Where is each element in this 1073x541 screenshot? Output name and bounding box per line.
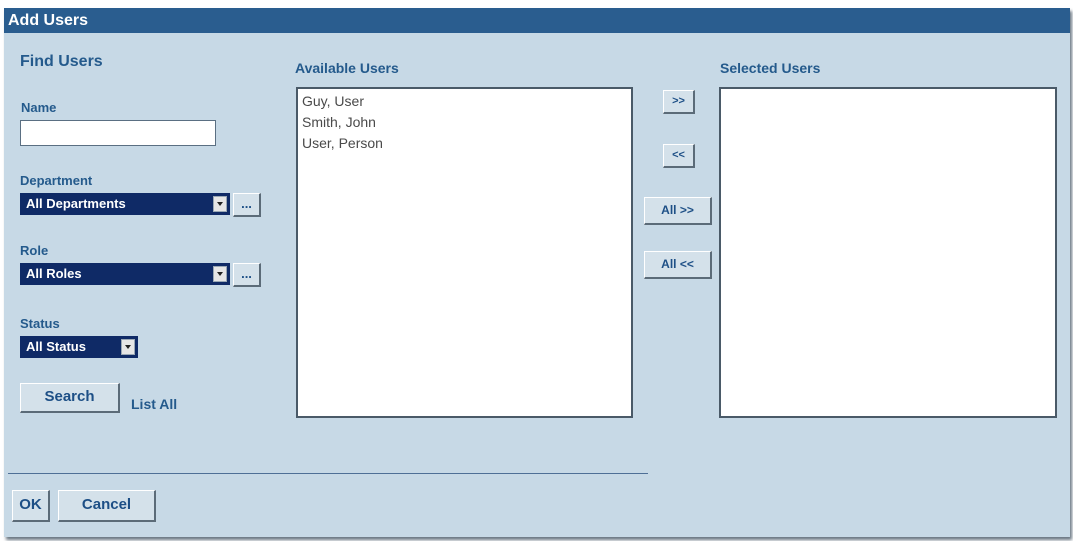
selected-users-heading: Selected Users (720, 60, 821, 76)
list-item[interactable]: Guy, User (302, 91, 627, 112)
selected-users-list[interactable] (719, 87, 1057, 418)
role-select[interactable]: All Roles (20, 263, 230, 285)
department-label: Department (20, 173, 93, 188)
find-users-heading: Find Users (20, 53, 103, 70)
ok-button[interactable]: OK (12, 490, 50, 522)
list-all-link[interactable]: List All (131, 396, 177, 412)
chevron-down-icon (213, 196, 227, 212)
name-label: Name (21, 100, 57, 115)
remove-selected-button[interactable]: << (663, 144, 695, 168)
dialog-title: Add Users (4, 8, 1070, 33)
search-button[interactable]: Search (20, 383, 120, 413)
remove-all-button[interactable]: All << (644, 251, 712, 279)
list-item[interactable]: Smith, John (302, 112, 627, 133)
name-input[interactable] (20, 120, 216, 146)
department-lookup-button[interactable]: ... (233, 193, 261, 217)
footer-divider (8, 473, 648, 474)
chevron-down-icon (121, 339, 135, 355)
cancel-button[interactable]: Cancel (58, 490, 156, 522)
role-label: Role (20, 243, 49, 258)
list-item[interactable]: User, Person (302, 133, 627, 154)
status-label: Status (20, 316, 60, 331)
add-users-dialog: Add Users Find Users Name Department All… (4, 8, 1070, 537)
department-select-value: All Departments (26, 196, 126, 211)
chevron-down-icon (213, 266, 227, 282)
role-lookup-button[interactable]: ... (233, 263, 261, 287)
status-select-value: All Status (26, 339, 86, 354)
available-users-list[interactable]: Guy, User Smith, John User, Person (296, 87, 633, 418)
available-users-heading: Available Users (295, 60, 399, 76)
add-selected-button[interactable]: >> (663, 90, 695, 114)
department-select[interactable]: All Departments (20, 193, 230, 215)
add-all-button[interactable]: All >> (644, 197, 712, 225)
status-select[interactable]: All Status (20, 336, 138, 358)
role-select-value: All Roles (26, 266, 82, 281)
